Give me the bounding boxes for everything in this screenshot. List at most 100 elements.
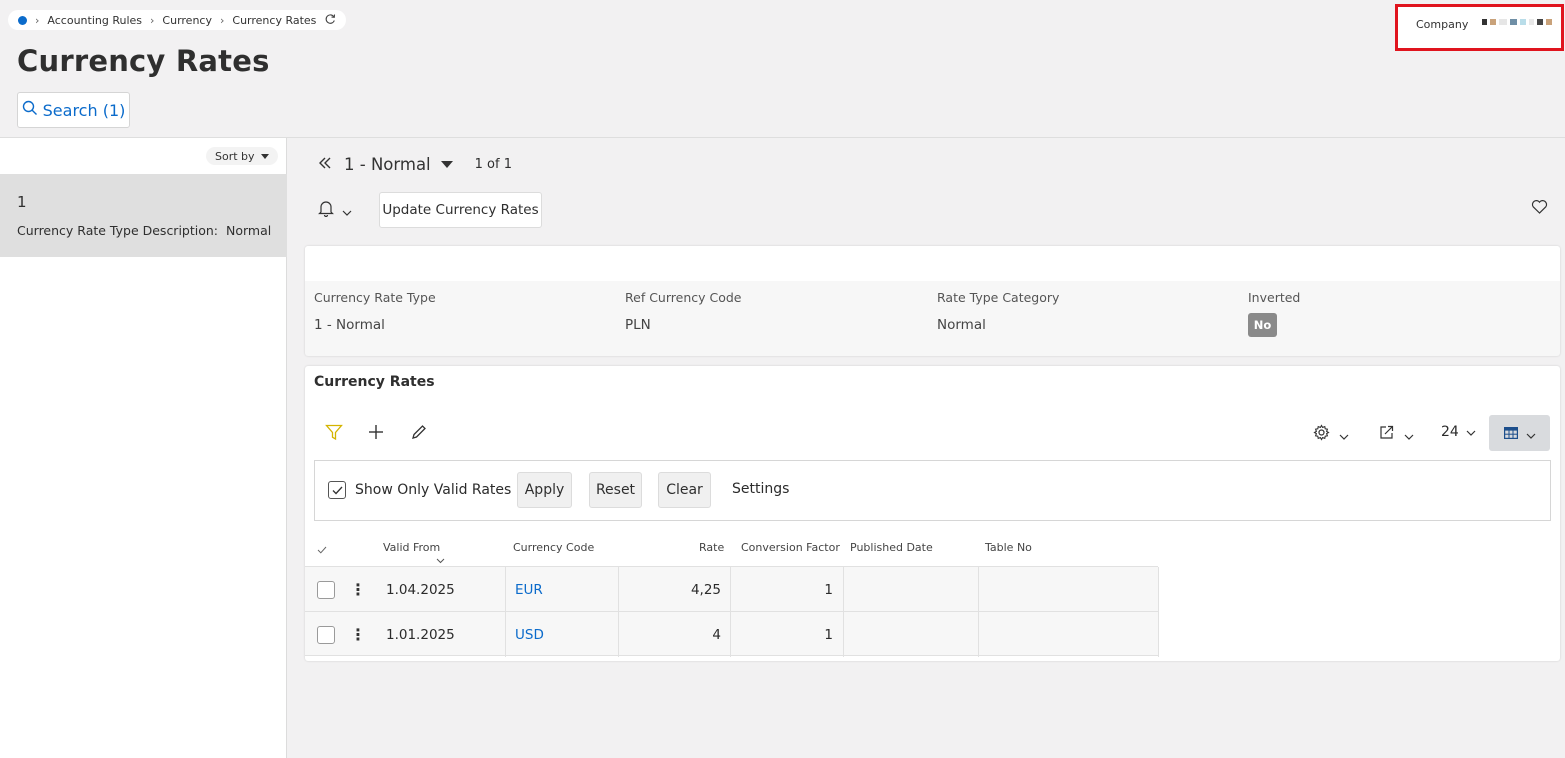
chevron-down-icon [1404, 425, 1414, 444]
field-value: 1 - Normal [314, 317, 385, 333]
row-select[interactable] [305, 567, 347, 612]
list-item-desc-value: Normal [226, 223, 272, 238]
update-currency-rates-button[interactable]: Update Currency Rates [379, 192, 542, 228]
checkbox-label: Show Only Valid Rates [355, 482, 512, 498]
clear-button[interactable]: Clear [658, 472, 711, 508]
sort-by-button[interactable]: Sort by [206, 147, 278, 165]
row-checkbox[interactable] [317, 625, 335, 644]
home-icon[interactable] [18, 15, 27, 25]
page-title: Currency Rates [17, 44, 270, 78]
table-view-button[interactable] [1489, 415, 1550, 451]
field-ref-currency-code: Ref Currency Code PLN [625, 290, 741, 333]
table-icon [1503, 424, 1518, 443]
export-icon [1379, 424, 1395, 444]
record-navigator: 1 - Normal 1 of 1 [318, 155, 512, 174]
apply-button[interactable]: Apply [517, 472, 572, 508]
section-title: Currency Rates [314, 374, 435, 390]
chevron-down-icon [1339, 425, 1349, 444]
list-item-number: 1 [17, 193, 27, 211]
company-label: Company [1416, 18, 1469, 31]
field-inverted: Inverted No [1248, 290, 1300, 337]
row-checkbox[interactable] [317, 580, 335, 599]
more-options-icon[interactable]: ⋮ [347, 612, 369, 657]
cell-currency-code-link[interactable]: EUR [506, 567, 619, 612]
show-only-valid-rates-checkbox[interactable]: Show Only Valid Rates [328, 481, 511, 499]
field-value: Normal [937, 317, 986, 333]
filter-icon[interactable] [325, 424, 343, 445]
cell-rate: 4 [619, 612, 731, 657]
favorite-icon[interactable] [1531, 199, 1548, 219]
search-button-label: Search (1) [42, 100, 126, 120]
field-value: PLN [625, 317, 651, 333]
cell-table-no [979, 612, 1159, 657]
cell-valid-from: 1.01.2025 [369, 612, 506, 657]
caret-down-icon[interactable] [440, 161, 453, 168]
company-selector[interactable]: Company [1395, 4, 1564, 51]
breadcrumb: › Accounting Rules › Currency › Currency… [8, 10, 347, 30]
sort-by-label: Sort by [215, 149, 255, 163]
field-label: Currency Rate Type [314, 290, 436, 305]
search-button[interactable]: Search (1) [17, 92, 130, 128]
breadcrumb-accounting-rules[interactable]: Accounting Rules [47, 14, 142, 27]
column-table-no[interactable]: Table No [985, 541, 1032, 554]
cell-table-no [979, 567, 1159, 612]
chevron-right-icon: › [219, 13, 225, 27]
chevron-down-icon [1466, 424, 1476, 440]
checkbox-checked-icon [328, 481, 346, 499]
table-row[interactable]: ⋮ 1.01.2025 USD 4 1 [305, 611, 1159, 657]
cell-rate: 4,25 [619, 567, 731, 612]
column-published-date[interactable]: Published Date [850, 541, 933, 554]
page-size-value: 24 [1441, 424, 1459, 440]
cell-currency-code-link[interactable]: USD [506, 612, 619, 657]
select-all-icon[interactable] [317, 544, 327, 557]
gear-icon [1313, 424, 1330, 445]
list-item-description: Currency Rate Type Description: Normal [17, 223, 271, 238]
page-size-select[interactable]: 24 [1441, 424, 1476, 440]
reset-button[interactable]: Reset [589, 472, 642, 508]
record-list-panel: Sort by 1 Currency Rate Type Description… [0, 138, 287, 758]
filter-panel: Show Only Valid Rates Apply Reset Clear … [314, 460, 1551, 521]
export-button[interactable] [1379, 424, 1414, 444]
field-label: Ref Currency Code [625, 290, 742, 305]
column-conversion-factor[interactable]: Conversion Factor [741, 541, 840, 554]
list-item-desc-label: Currency Rate Type Description: [17, 223, 219, 238]
search-icon [22, 100, 38, 120]
header-card-top [305, 246, 1560, 281]
cell-published-date [844, 612, 979, 657]
chevron-right-icon: › [35, 13, 40, 27]
breadcrumb-currency[interactable]: Currency [162, 14, 212, 27]
list-item[interactable]: 1 Currency Rate Type Description: Normal [0, 174, 287, 257]
add-icon[interactable] [368, 424, 384, 444]
inverted-badge: No [1248, 313, 1277, 337]
field-label: Inverted [1248, 290, 1301, 305]
chevron-down-icon [1526, 424, 1536, 443]
cell-conversion-factor: 1 [731, 567, 844, 612]
cell-published-date [844, 567, 979, 612]
bell-icon [318, 200, 334, 221]
settings-link[interactable]: Settings [732, 481, 789, 497]
column-valid-from[interactable]: Valid From [383, 541, 440, 554]
column-currency-code[interactable]: Currency Code [513, 541, 594, 554]
caret-down-icon [260, 153, 269, 159]
table-row[interactable]: ⋮ 1.04.2025 EUR 4,25 1 [305, 566, 1159, 612]
cell-valid-from: 1.04.2025 [369, 567, 506, 612]
notification-button[interactable] [318, 200, 352, 221]
row-select[interactable] [305, 612, 347, 657]
chevron-right-icon: › [150, 13, 155, 27]
currency-rates-table-card: Currency Rates 24 Show Only Valid Rates … [305, 366, 1560, 661]
company-logo [1482, 19, 1552, 25]
record-count: 1 of 1 [474, 157, 512, 172]
field-label: Rate Type Category [937, 290, 1060, 305]
more-options-icon[interactable]: ⋮ [347, 567, 369, 612]
cell-conversion-factor: 1 [731, 612, 844, 657]
record-title[interactable]: 1 - Normal [344, 155, 431, 174]
edit-icon[interactable] [411, 424, 427, 444]
column-rate[interactable]: Rate [699, 541, 724, 554]
field-rate-type-category: Rate Type Category Normal [937, 290, 1059, 333]
refresh-icon[interactable] [324, 13, 336, 28]
collapse-list-icon[interactable] [318, 155, 332, 174]
breadcrumb-currency-rates[interactable]: Currency Rates [232, 14, 316, 27]
field-currency-rate-type: Currency Rate Type 1 - Normal [314, 290, 436, 333]
currency-rate-type-header: Currency Rate Type 1 - Normal Ref Curren… [305, 246, 1560, 356]
table-settings-button[interactable] [1313, 424, 1349, 445]
